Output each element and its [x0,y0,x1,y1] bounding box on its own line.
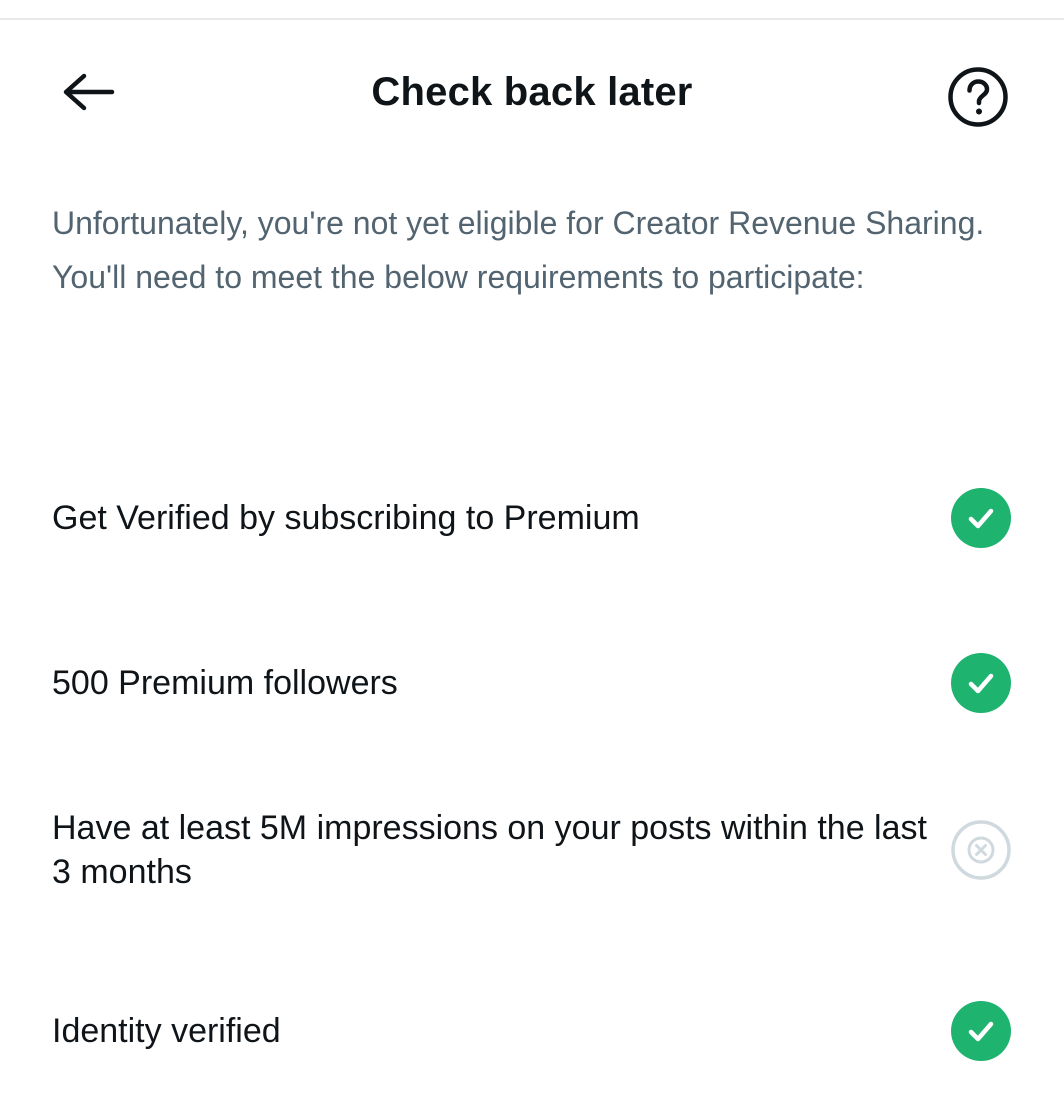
check-circle-icon [950,652,1012,714]
help-button[interactable] [944,65,1012,133]
requirement-label: Get Verified by subscribing to Premium [52,499,640,537]
requirement-label: Identity verified [52,1012,281,1050]
requirement-item: 500 Premium followers [52,652,1012,714]
requirement-item: Identity verified [52,1000,1012,1062]
requirement-item: Have at least 5M impressions on your pos… [52,806,1012,894]
check-circle-icon [950,487,1012,549]
x-circle-icon [950,819,1012,881]
arrow-left-icon [60,72,116,112]
requirement-label: Have at least 5M impressions on your pos… [52,809,927,891]
back-button[interactable] [60,60,136,124]
page-title: Check back later [371,70,693,114]
check-circle-icon [950,1000,1012,1062]
intro-text: Unfortunately, you're not yet eligible f… [52,205,985,295]
top-divider [0,18,1064,20]
question-circle-icon [947,66,1009,133]
requirement-item: Get Verified by subscribing to Premium [52,487,1012,549]
requirement-label: 500 Premium followers [52,664,398,702]
page-header: Check back later [0,50,1064,134]
